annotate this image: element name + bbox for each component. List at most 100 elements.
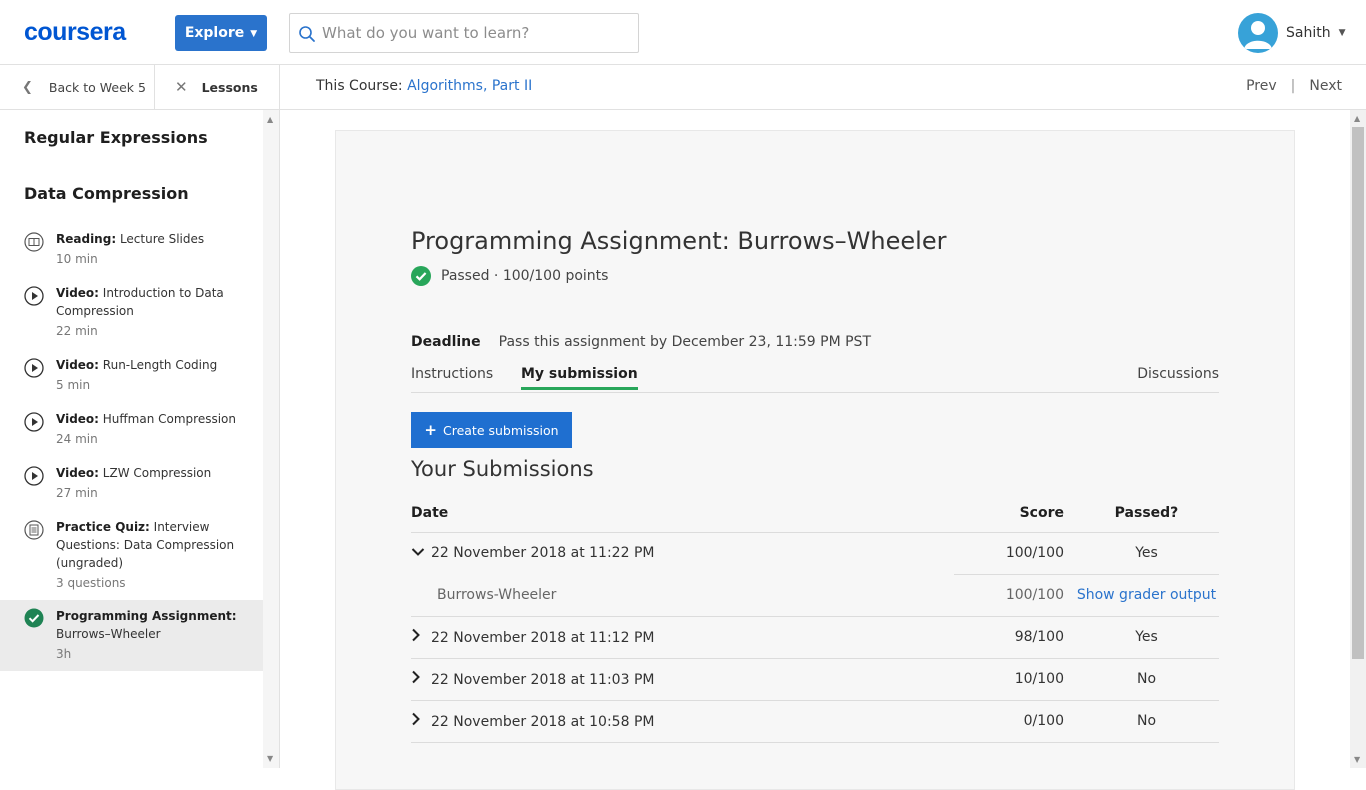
submission-passed: No [1074,700,1219,743]
part-score: 100/100 [954,574,1074,617]
caret-down-icon: ▼ [1338,28,1346,38]
avatar [1238,13,1278,53]
lesson-item-interview-questions-quiz[interactable]: Practice Quiz: Interview Questions: Data… [0,516,263,596]
course-link[interactable]: Algorithms, Part II [407,78,532,94]
play-icon [24,286,44,306]
chevron-right-icon[interactable] [411,670,431,688]
lesson-item-intro-data-compression[interactable]: Video: Introduction to Data Compression … [0,282,263,344]
table-row[interactable]: 22 November 2018 at 11:12 PM 98/100 Yes [411,616,1219,659]
lesson-item-run-length-coding[interactable]: Video: Run-Length Coding 5 min [0,354,263,398]
table-row[interactable]: 22 November 2018 at 11:03 PM 10/100 No [411,658,1219,701]
create-submission-button[interactable]: + Create submission [411,412,572,448]
submission-score: 10/100 [954,658,1074,701]
lesson-type: Reading: [56,232,117,246]
sidebar-scrollbar[interactable]: ▲ ▼ [263,110,280,768]
course-prefix: This Course: [316,78,408,94]
back-to-week-button[interactable]: ❮ Back to Week 5 [0,65,155,109]
lessons-label: Lessons [201,79,258,95]
lesson-item-burrows-wheeler-assignment[interactable]: Programming Assignment: Burrows–Wheeler … [0,600,263,671]
lesson-title: Huffman Compression [98,412,237,426]
lesson-text: Video: Huffman Compression 24 min [56,410,241,448]
lesson-duration: 27 min [56,486,98,500]
lesson-duration: 5 min [56,378,91,392]
user-avatar-icon [1244,21,1272,49]
lessons-sidebar: Regular Expressions Data Compression Rea… [0,110,263,768]
show-grader-output-link[interactable]: Show grader output [1077,587,1216,603]
book-icon [24,232,44,252]
quiz-icon [24,520,44,540]
coursera-logo[interactable]: coursera [24,17,152,47]
submission-date-cell: 22 November 2018 at 11:03 PM [411,658,954,701]
tab-instructions[interactable]: Instructions [411,366,493,390]
submission-score: 98/100 [954,616,1074,659]
lesson-type: Programming Assignment: [56,609,237,623]
lesson-type: Video: [56,358,99,372]
section-title-regular-expressions[interactable]: Regular Expressions [24,128,208,147]
user-menu[interactable]: Sahith ▼ [1238,13,1346,53]
table-row[interactable]: 22 November 2018 at 10:58 PM 0/100 No [411,700,1219,743]
submission-passed: Yes [1074,532,1219,575]
lesson-text: Practice Quiz: Interview Questions: Data… [56,518,241,592]
deadline-label: Deadline [411,334,481,350]
lesson-duration: 24 min [56,432,98,446]
submissions-heading: Your Submissions [411,457,594,481]
table-row[interactable]: 22 November 2018 at 11:22 PM 100/100 Yes [411,532,1219,575]
scroll-up-arrow-icon[interactable]: ▲ [267,115,273,124]
chevron-right-icon[interactable] [411,712,431,730]
lesson-type: Video: [56,466,99,480]
user-name: Sahith [1286,25,1331,41]
main-scrollbar[interactable]: ▲ ▼ [1350,110,1366,768]
prev-next-nav: Prev | Next [1246,78,1342,94]
chevron-right-icon[interactable] [411,628,431,646]
submission-date-cell: 22 November 2018 at 10:58 PM [411,700,954,743]
lesson-title: LZW Compression [98,466,212,480]
lesson-text: Video: Introduction to Data Compression … [56,284,241,340]
play-icon [24,412,44,432]
chevron-down-icon: ▼ [250,29,258,39]
course-breadcrumb: This Course: Algorithms, Part II [316,78,532,94]
passed-check-icon [411,266,431,286]
tab-discussions[interactable]: Discussions [1137,366,1219,390]
lesson-type: Practice Quiz: [56,520,150,534]
play-icon [24,358,44,378]
scrollbar-thumb[interactable] [1352,127,1364,659]
lesson-title: Run-Length Coding [98,358,218,372]
submission-date: 22 November 2018 at 11:12 PM [431,630,655,646]
section-title-data-compression[interactable]: Data Compression [24,184,189,203]
lesson-text: Video: Run-Length Coding 5 min [56,356,241,394]
completed-check-icon [24,608,44,628]
explore-label: Explore [184,25,245,41]
top-header: coursera Explore ▼ Sahith ▼ [0,0,1366,65]
grader-cell: Show grader output [1074,574,1219,617]
next-button[interactable]: Next [1309,78,1342,94]
search-input[interactable] [322,20,622,46]
search-box[interactable] [289,13,639,53]
chevron-left-icon: ❮ [22,79,33,95]
nav-separator: | [1290,78,1296,94]
deadline-row: Deadline Pass this assignment by Decembe… [411,334,871,350]
page-title: Programming Assignment: Burrows–Wheeler [411,227,947,255]
status-text: Passed · 100/100 points [441,268,609,284]
scroll-down-arrow-icon[interactable]: ▼ [1354,755,1360,764]
lesson-duration: 3h [56,647,72,661]
part-name: Burrows-Wheeler [411,574,954,617]
submission-passed: No [1074,658,1219,701]
submission-date-cell: 22 November 2018 at 11:12 PM [411,616,954,659]
scroll-up-arrow-icon[interactable]: ▲ [1354,114,1360,123]
prev-button[interactable]: Prev [1246,78,1277,94]
scroll-down-arrow-icon[interactable]: ▼ [267,754,273,763]
submission-score: 0/100 [954,700,1074,743]
lesson-item-huffman-compression[interactable]: Video: Huffman Compression 24 min [0,408,263,452]
plus-icon: + [424,421,437,439]
tab-my-submission[interactable]: My submission [521,366,638,390]
lesson-item-lzw-compression[interactable]: Video: LZW Compression 27 min [0,462,263,506]
header-date: Date [411,494,954,533]
lesson-duration: 3 questions [56,576,126,590]
lesson-item-lecture-slides[interactable]: Reading: Lecture Slides 10 min [0,228,263,272]
explore-button[interactable]: Explore ▼ [175,15,267,51]
chevron-down-icon[interactable] [411,545,431,561]
lesson-type: Video: [56,286,99,300]
lesson-text: Video: LZW Compression 27 min [56,464,241,502]
lessons-toggle-button[interactable]: ✕ Lessons [155,65,280,109]
submission-date: 22 November 2018 at 11:22 PM [431,545,655,562]
